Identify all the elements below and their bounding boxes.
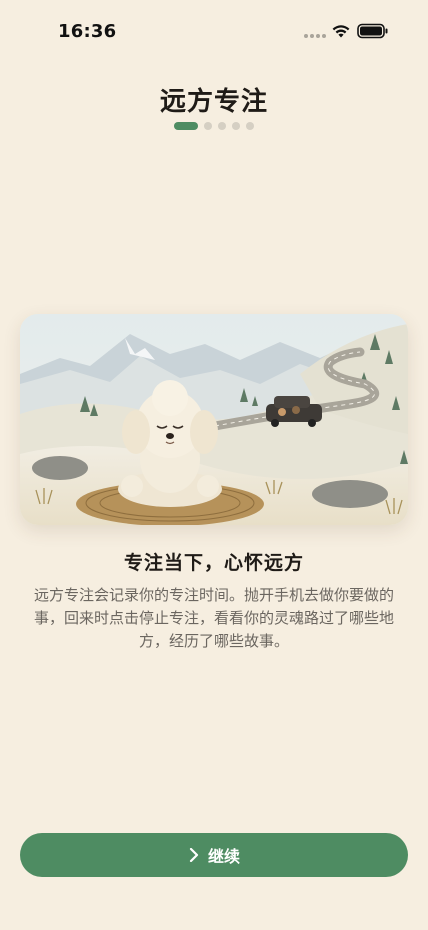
poodle-meditating-illustration xyxy=(20,314,408,525)
status-bar: 16:36 xyxy=(0,0,428,64)
page-title: 远方专注 xyxy=(159,87,268,117)
page-dot-4 xyxy=(232,122,240,130)
continue-button[interactable]: 继续 xyxy=(20,833,408,877)
page-dot-1 xyxy=(174,122,198,130)
battery-icon xyxy=(357,23,388,39)
page-dot-5 xyxy=(246,122,254,130)
continue-label: 继续 xyxy=(207,847,240,866)
onboarding-illustration xyxy=(20,314,408,525)
page-indicator xyxy=(0,122,428,130)
status-time: 16:36 xyxy=(58,21,117,42)
page-dot-2 xyxy=(204,122,212,130)
headline: 专注当下，心怀远方 xyxy=(123,552,304,574)
wifi-icon xyxy=(332,25,350,38)
page-dot-3 xyxy=(218,122,226,130)
description: 远方专注会记录你的专注时间。抛开手机去做你要做的事，回来时点击停止专注，看看你的… xyxy=(33,586,394,650)
signal-dots-icon xyxy=(304,34,326,38)
chevron-right-icon xyxy=(189,848,199,862)
